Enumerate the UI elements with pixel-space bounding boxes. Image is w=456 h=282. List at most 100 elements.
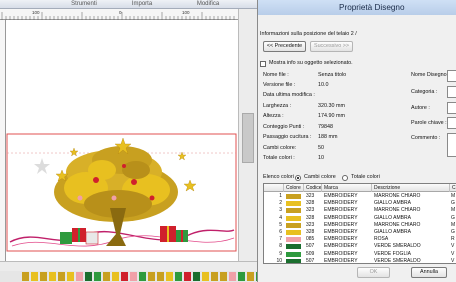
cell-c: M <box>451 193 456 199</box>
color-swatch <box>286 201 301 207</box>
field-label: Autore : <box>411 105 430 111</box>
thread-swatch[interactable] <box>58 272 65 281</box>
ruler-label: 100 <box>182 10 190 15</box>
thread-swatch[interactable] <box>76 272 83 281</box>
ribbon-tabs: Strumenti Importa Modifica <box>0 0 257 9</box>
column-header[interactable]: Colore <box>284 184 304 192</box>
keywords-input[interactable] <box>447 117 456 129</box>
cell-code: 328 <box>306 214 315 221</box>
color-table: Colore Codice Marca Descrizione C 1 323 EM… <box>263 183 456 264</box>
thread-swatch[interactable] <box>49 272 56 281</box>
thread-swatch[interactable] <box>211 272 218 281</box>
column-header[interactable] <box>264 184 284 192</box>
color-changes-radio[interactable] <box>295 175 301 181</box>
table-row[interactable]: 7 085 EMBROIDERY ROSA R <box>264 236 456 243</box>
thread-swatches <box>22 272 257 281</box>
cell-num: 2 <box>279 200 282 207</box>
design-canvas[interactable] <box>6 20 238 261</box>
color-changes-label: Cambi colore <box>304 174 336 180</box>
cancel-button[interactable]: Annulla <box>411 267 447 278</box>
field-label: Categoria : <box>411 89 438 95</box>
comment-textarea[interactable] <box>447 133 456 157</box>
ruler-label: 100 <box>32 10 40 15</box>
design-properties-dialog: Proprietà Disegno Informazioni sulla pos… <box>257 0 456 282</box>
author-input[interactable] <box>447 102 456 114</box>
color-swatch <box>286 208 301 214</box>
previous-button[interactable]: << Precedente <box>263 41 306 52</box>
table-row[interactable]: 1 323 EMBROIDERY MARRONE CHIARO M <box>264 193 456 200</box>
column-header[interactable]: C <box>450 184 456 192</box>
color-swatch <box>286 222 301 228</box>
ribbon-tab-home[interactable] <box>0 0 18 9</box>
property-value: 10.0 <box>318 82 329 88</box>
color-swatch <box>286 230 301 235</box>
cell-c: V <box>451 243 455 250</box>
column-header[interactable]: Marca <box>322 184 372 192</box>
horizontal-ruler: 100 0 100 <box>0 9 238 20</box>
thread-swatch[interactable] <box>130 272 137 281</box>
property-label: Versione file : <box>263 82 296 88</box>
ribbon-tab-modifica[interactable]: Modifica <box>180 0 236 9</box>
cell-desc: VERDE SMERALDO <box>374 257 421 264</box>
table-row[interactable]: 9 509 EMBROIDERY VERDE FOGLIA V <box>264 251 456 258</box>
thread-swatch[interactable] <box>148 272 155 281</box>
cell-code: 507 <box>306 257 315 264</box>
total-colors-radio[interactable] <box>342 175 348 181</box>
ribbon-tab-strumenti[interactable]: Strumenti <box>56 0 112 9</box>
thread-swatch[interactable] <box>229 272 236 281</box>
cell-c: G <box>451 214 455 221</box>
table-row[interactable]: 4 328 EMBROIDERY GIALLO AMBRA G <box>264 215 456 222</box>
cell-num: 6 <box>279 229 282 235</box>
vertical-scrollbar[interactable] <box>238 9 257 261</box>
thread-swatch[interactable] <box>238 272 245 281</box>
thread-swatch[interactable] <box>31 272 38 281</box>
property-value: 50 <box>318 145 324 151</box>
thread-swatch[interactable] <box>184 272 191 281</box>
column-header[interactable]: Codice <box>304 184 322 192</box>
property-value: 320.30 mm <box>318 103 345 109</box>
property-label: Passaggio cucitura : <box>263 134 312 140</box>
column-header[interactable]: Descrizione <box>372 184 450 192</box>
cell-code: 323 <box>306 221 315 228</box>
table-row[interactable]: 8 507 EMBROIDERY VERDE SMERALDO V <box>264 243 456 250</box>
scroll-thumb[interactable] <box>242 113 254 163</box>
ribbon-tab-importa[interactable]: Importa <box>126 0 158 9</box>
thread-swatch[interactable] <box>22 272 29 281</box>
table-row[interactable]: 2 328 EMBROIDERY GIALLO AMBRA G <box>264 200 456 207</box>
thread-swatch[interactable] <box>94 272 101 281</box>
thread-swatch[interactable] <box>193 272 200 281</box>
next-button[interactable]: Successivo >> <box>310 41 353 52</box>
thread-swatch[interactable] <box>139 272 146 281</box>
cell-num: 3 <box>279 207 282 214</box>
table-header: Colore Codice Marca Descrizione C <box>264 184 456 192</box>
thread-swatch[interactable] <box>175 272 182 281</box>
field-label: Nome Disegno : <box>411 72 450 78</box>
hoop-position-info: Informazioni sulla posizione del telaio … <box>260 31 357 37</box>
thread-swatch[interactable] <box>103 272 110 281</box>
thread-swatch[interactable] <box>202 272 209 281</box>
thread-swatch[interactable] <box>85 272 92 281</box>
thread-swatch[interactable] <box>112 272 119 281</box>
design-name-input[interactable] <box>447 70 456 82</box>
table-row[interactable]: 5 323 EMBROIDERY MARRONE CHIARO M <box>264 222 456 229</box>
table-row[interactable]: 3 323 EMBROIDERY MARRONE CHIARO M <box>264 207 456 214</box>
thread-swatch[interactable] <box>220 272 227 281</box>
ruler-label: 0 <box>119 10 122 15</box>
cell-c: G <box>451 229 455 235</box>
category-input[interactable] <box>447 86 456 98</box>
thread-swatch[interactable] <box>121 272 128 281</box>
ok-button[interactable]: OK <box>357 267 390 278</box>
cell-brand: EMBROIDERY <box>324 257 358 264</box>
thread-swatch[interactable] <box>157 272 164 281</box>
thread-swatch[interactable] <box>40 272 47 281</box>
show-info-checkbox[interactable] <box>260 61 266 67</box>
table-row[interactable]: 10 507 EMBROIDERY VERDE SMERALDO V <box>264 257 456 264</box>
horizontal-scrollbar[interactable] <box>0 261 257 271</box>
field-label: Commento : <box>411 135 441 141</box>
thread-swatch[interactable] <box>247 272 254 281</box>
table-row[interactable]: 6 328 EMBROIDERY GIALLO AMBRA G <box>264 229 456 236</box>
cell-desc: MARRONE CHIARO <box>374 221 421 228</box>
thread-swatch[interactable] <box>67 272 74 281</box>
thread-swatch[interactable] <box>166 272 173 281</box>
cell-code: 323 <box>306 207 315 214</box>
